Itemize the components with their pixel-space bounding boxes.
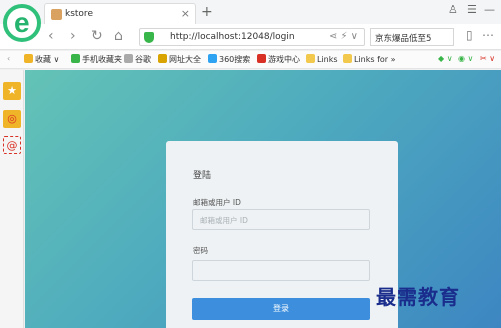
tab-bar: e kstore × + ♙ ☰ — bbox=[0, 0, 501, 42]
tab-kstore[interactable]: kstore × bbox=[44, 3, 196, 24]
page-icon bbox=[124, 54, 133, 63]
extension-icon[interactable]: ◉ ∨ bbox=[458, 54, 473, 63]
login-card: 登陆 邮箱或用户 ID 邮箱或用户 ID 密码 登录 bbox=[166, 141, 398, 328]
logo-glyph: e bbox=[14, 7, 30, 38]
bookmark-label: Links bbox=[317, 55, 338, 64]
address-bar[interactable]: http://localhost:12048/login ⋖ ⚡ ∨ bbox=[139, 28, 365, 46]
bookmark-favorites[interactable]: 收藏 ∨ bbox=[24, 54, 59, 65]
star-icon bbox=[24, 54, 33, 63]
forward-icon[interactable]: › bbox=[70, 28, 76, 44]
bookmark-label: 收藏 bbox=[35, 55, 51, 64]
bookmark-mobile[interactable]: 手机收藏夹 bbox=[71, 54, 122, 65]
phone-icon bbox=[71, 54, 80, 63]
search-text: 京东爆品低至5 bbox=[375, 34, 432, 44]
sidebar-star-icon[interactable]: ★ bbox=[3, 82, 21, 100]
bookmark-label: 360搜索 bbox=[219, 55, 251, 64]
shirt-icon[interactable]: ♙ bbox=[448, 3, 458, 16]
password-label: 密码 bbox=[193, 246, 208, 255]
sidebar-weibo-icon[interactable]: ◎ bbox=[3, 110, 21, 128]
browser-logo[interactable]: e bbox=[3, 4, 41, 42]
shield-extension-icon[interactable]: ◆ ∨ bbox=[438, 54, 453, 63]
search-engine-icon bbox=[208, 54, 217, 63]
watermark: 最需教育 bbox=[376, 285, 460, 309]
address-toolbar: ‹ › ↻ ⌂ http://localhost:12048/login ⋖ ⚡… bbox=[0, 24, 501, 50]
more-icon[interactable]: ⋯ bbox=[482, 28, 494, 42]
bookmarks-bar: ‹ 收藏 ∨ 手机收藏夹 谷歌 网址大全 360搜索 游戏中心 Links Li… bbox=[0, 51, 501, 69]
minimize-icon[interactable]: — bbox=[484, 3, 495, 16]
favicon-icon bbox=[51, 9, 62, 20]
security-shield-icon bbox=[144, 32, 154, 43]
username-input[interactable]: 邮箱或用户 ID bbox=[192, 209, 370, 230]
bookmark-links-for[interactable]: Links for » bbox=[343, 54, 396, 64]
sidebar-mail-icon[interactable]: @ bbox=[3, 136, 21, 154]
globe-icon bbox=[158, 54, 167, 63]
tablet-icon[interactable]: ▯ bbox=[466, 28, 473, 42]
username-placeholder: 邮箱或用户 ID bbox=[200, 216, 248, 225]
login-title: 登陆 bbox=[193, 171, 212, 181]
bookmark-label: Links for bbox=[354, 55, 389, 64]
folder-icon bbox=[306, 54, 315, 63]
home-icon[interactable]: ⌂ bbox=[114, 28, 123, 44]
bookmark-label: 网址大全 bbox=[169, 55, 201, 64]
url-text[interactable]: http://localhost:12048/login bbox=[170, 32, 295, 42]
back-icon[interactable]: ‹ bbox=[48, 28, 54, 44]
username-label: 邮箱或用户 ID bbox=[193, 198, 241, 207]
bookmarks-left-arrow-icon[interactable]: ‹ bbox=[7, 54, 10, 63]
close-tab-icon[interactable]: × bbox=[181, 7, 190, 20]
sidebar: ★ ◎ @ bbox=[0, 70, 24, 328]
menu-icon[interactable]: ☰ bbox=[467, 3, 477, 16]
bookmark-google[interactable]: 谷歌 bbox=[124, 54, 151, 65]
login-button[interactable]: 登录 bbox=[192, 298, 370, 320]
bookmark-360-search[interactable]: 360搜索 bbox=[208, 54, 250, 65]
tab-title: kstore bbox=[65, 9, 93, 19]
bookmark-site-directory[interactable]: 网址大全 bbox=[158, 54, 201, 65]
search-input[interactable]: 京东爆品低至5 bbox=[370, 28, 454, 46]
url-actions-icon[interactable]: ⋖ ⚡ ∨ bbox=[329, 31, 358, 42]
bookmark-label: 游戏中心 bbox=[268, 55, 300, 64]
tools-icon[interactable]: ✂ ∨ bbox=[480, 54, 495, 63]
refresh-icon[interactable]: ↻ bbox=[91, 28, 103, 44]
folder-icon bbox=[343, 54, 352, 63]
bookmark-label: 手机收藏夹 bbox=[82, 55, 122, 64]
new-tab-button[interactable]: + bbox=[201, 4, 213, 20]
password-input[interactable] bbox=[192, 260, 370, 281]
bookmark-links[interactable]: Links bbox=[306, 54, 338, 64]
bookmark-label: 谷歌 bbox=[135, 55, 151, 64]
bookmark-game-center[interactable]: 游戏中心 bbox=[257, 54, 300, 65]
game-icon bbox=[257, 54, 266, 63]
